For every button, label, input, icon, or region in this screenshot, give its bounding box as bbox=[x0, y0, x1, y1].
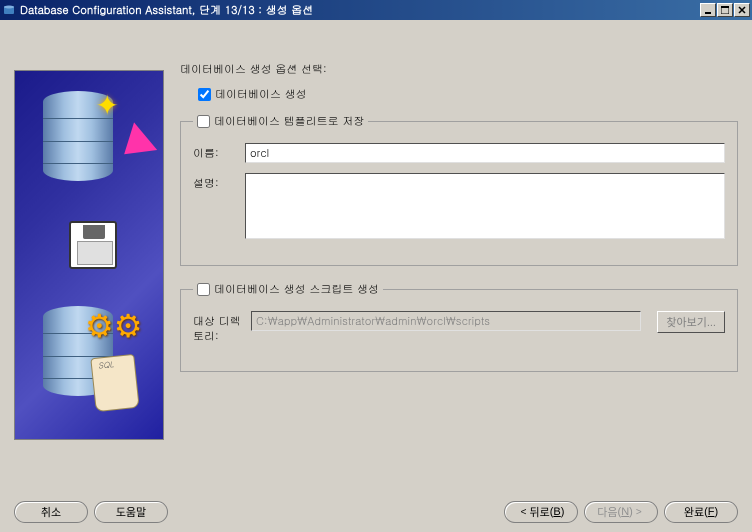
finish-button[interactable]: 완료(F) bbox=[664, 501, 738, 523]
template-name-input[interactable] bbox=[245, 143, 725, 163]
back-button[interactable]: < 뒤로(B) bbox=[504, 501, 578, 523]
titlebar: Database Configuration Assistant, 단계 13/… bbox=[0, 0, 752, 20]
footer: 취소 도움말 < 뒤로(B) 다음(N) > 완료(F) bbox=[0, 490, 752, 530]
maximize-button[interactable] bbox=[717, 3, 733, 17]
save-template-group: 데이터베이스 템플리트로 저장 이름: 설명: bbox=[180, 114, 738, 266]
script-group: 데이터베이스 생성 스크립트 생성 대상 디렉토리: 찾아보기... bbox=[180, 282, 738, 372]
option-title: 데이터베이스 생성 옵션 선택: bbox=[180, 62, 738, 77]
next-button: 다음(N) > bbox=[584, 501, 658, 523]
minimize-button[interactable] bbox=[700, 3, 716, 17]
dest-dir-input bbox=[251, 311, 641, 331]
cancel-button[interactable]: 취소 bbox=[14, 501, 88, 523]
generate-script-checkbox[interactable] bbox=[197, 283, 210, 296]
dest-dir-label: 대상 디렉토리: bbox=[193, 311, 241, 345]
chevron-right-icon: > bbox=[636, 507, 642, 518]
create-database-checkbox[interactable] bbox=[198, 88, 211, 101]
save-template-legend: 데이터베이스 템플리트로 저장 bbox=[214, 114, 364, 129]
help-button[interactable]: 도움말 bbox=[94, 501, 168, 523]
chevron-left-icon: < bbox=[521, 507, 527, 518]
save-template-checkbox[interactable] bbox=[197, 115, 210, 128]
template-name-label: 이름: bbox=[193, 143, 235, 161]
browse-button: 찾아보기... bbox=[657, 311, 725, 333]
wizard-sidebar-image: ✦ ⚙⚙ bbox=[14, 70, 164, 440]
close-button[interactable] bbox=[734, 3, 750, 17]
app-icon bbox=[2, 3, 16, 17]
template-desc-label: 설명: bbox=[193, 173, 235, 191]
window-title: Database Configuration Assistant, 단계 13/… bbox=[20, 3, 700, 18]
template-desc-input[interactable] bbox=[245, 173, 725, 239]
generate-script-legend: 데이터베이스 생성 스크립트 생성 bbox=[214, 282, 379, 297]
create-database-label: 데이터베이스 생성 bbox=[215, 87, 307, 102]
